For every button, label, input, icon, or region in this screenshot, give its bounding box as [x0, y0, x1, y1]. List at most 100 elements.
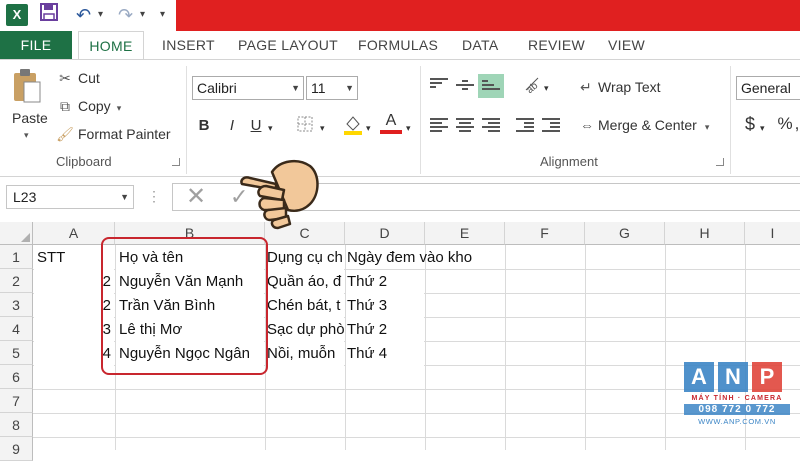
column-header-d[interactable]: D [345, 222, 425, 245]
row-header-2[interactable]: 2 [0, 269, 33, 293]
bottom-align-icon [482, 80, 500, 94]
save-icon[interactable] [40, 2, 58, 28]
row-header-8[interactable]: 8 [0, 413, 33, 437]
orientation-icon[interactable]: ab [520, 74, 544, 100]
row-header-5[interactable]: 5 [0, 341, 33, 365]
percent-button[interactable]: % [776, 114, 794, 134]
cell-c3[interactable]: Chén bát, t [266, 294, 344, 318]
alignment-group-label: Alignment [540, 154, 598, 169]
top-align-icon[interactable] [430, 78, 448, 92]
underline-button[interactable]: U [246, 116, 266, 136]
customize-qat-icon[interactable]: ▾ [160, 4, 165, 26]
paste-label: Paste [12, 110, 48, 126]
row-header-3[interactable]: 3 [0, 293, 33, 317]
font-size-select[interactable]: 11 ▼ [306, 76, 358, 100]
paste-icon [14, 69, 41, 103]
align-left-icon[interactable] [430, 118, 448, 132]
paste-dropdown-icon[interactable]: ▾ [24, 130, 29, 141]
scissors-icon: ✂ [59, 70, 71, 86]
cell-d1[interactable]: Ngày đem vào kho [346, 246, 506, 270]
tab-insert[interactable]: INSERT [162, 31, 215, 59]
alignment-launcher-icon[interactable] [716, 158, 724, 166]
anp-phone: 098 772 0 772 [684, 404, 790, 415]
corner-triangle-icon [21, 233, 30, 242]
cancel-icon[interactable]: ✕ [186, 185, 206, 209]
orientation-dropdown-icon[interactable]: ▾ [544, 78, 549, 98]
formula-bar-resize-icon[interactable]: ⋮ [147, 188, 161, 204]
align-right-icon[interactable] [482, 118, 500, 132]
name-box[interactable]: L23 ▼ [6, 185, 134, 209]
tab-formulas[interactable]: FORMULAS [358, 31, 438, 59]
anp-letter-p: P [752, 362, 782, 392]
copy-label: Copy [78, 98, 111, 114]
undo-icon[interactable]: ↶ [76, 2, 91, 28]
copy-dropdown-icon[interactable]: ▾ [117, 103, 122, 113]
tab-file[interactable]: FILE [0, 31, 72, 59]
currency-button[interactable]: $ [740, 114, 760, 134]
font-name-select[interactable]: Calibri ▼ [192, 76, 304, 100]
ribbon-home: Paste ▾ ✂ Cut ⧉ Copy ▾ 🖌 Format Painter Clip… [0, 59, 800, 177]
tab-review[interactable]: REVIEW [528, 31, 585, 59]
align-center-icon[interactable] [456, 118, 474, 132]
tab-home[interactable]: HOME [78, 31, 144, 60]
row-header-6[interactable]: 6 [0, 365, 33, 389]
underline-dropdown-icon[interactable]: ▾ [268, 118, 273, 138]
decrease-indent-icon[interactable] [516, 118, 534, 132]
row-header-4[interactable]: 4 [0, 317, 33, 341]
formula-bar: L23 ▼ ⋮ ✕ ✓ [0, 178, 800, 216]
anp-website: WWW.ANP.COM.VN [698, 417, 776, 426]
number-format-select[interactable]: General [736, 76, 800, 100]
cell-d2[interactable]: Thứ 2 [346, 270, 424, 294]
font-color-dropdown-icon[interactable]: ▾ [406, 118, 411, 138]
redo-dropdown-icon[interactable]: ▾ [140, 4, 145, 26]
anp-letter-a: A [684, 362, 714, 392]
group-divider [420, 66, 421, 174]
row-header-1[interactable]: 1 [0, 245, 33, 269]
tab-data[interactable]: DATA [462, 31, 498, 59]
cell-d3[interactable]: Thứ 3 [346, 294, 424, 318]
merge-center-button[interactable]: ⇔ Merge & Center ▾ [580, 114, 709, 136]
tab-view[interactable]: VIEW [608, 31, 645, 59]
cell-d4[interactable]: Thứ 2 [346, 318, 424, 342]
select-all-button[interactable] [0, 222, 33, 245]
column-header-e[interactable]: E [425, 222, 505, 245]
copy-button[interactable]: ⧉ Copy ▾ [56, 95, 121, 117]
currency-dropdown-icon[interactable]: ▾ [760, 118, 765, 138]
number-format-value: General [741, 80, 791, 96]
wrap-text-button[interactable]: ↵ Wrap Text [580, 76, 661, 98]
column-header-f[interactable]: F [505, 222, 585, 245]
fill-color-icon[interactable] [342, 114, 364, 142]
comma-button[interactable]: , [794, 114, 800, 134]
column-header-i[interactable]: I [745, 222, 800, 245]
middle-align-icon[interactable] [456, 80, 474, 94]
borders-dropdown-icon[interactable]: ▾ [320, 118, 325, 138]
column-header-h[interactable]: H [665, 222, 745, 245]
italic-button[interactable]: I [222, 116, 242, 136]
row-header-9[interactable]: 9 [0, 437, 33, 461]
cut-button[interactable]: ✂ Cut [56, 67, 100, 89]
anp-tagline: MÁY TÍNH · CAMERA [691, 395, 783, 402]
merge-icon: ⇔ [580, 117, 594, 133]
title-bar [176, 0, 800, 31]
bold-button[interactable]: B [194, 116, 214, 136]
increase-indent-icon[interactable] [542, 118, 560, 132]
merge-dropdown-icon[interactable]: ▾ [705, 122, 710, 132]
row-header-7[interactable]: 7 [0, 389, 33, 413]
cell-d5[interactable]: Thứ 4 [346, 342, 424, 366]
cell-c4[interactable]: Sạc dự phò [266, 318, 344, 342]
cell-c5[interactable]: Nồi, muỗn [266, 342, 344, 366]
redo-icon[interactable]: ↷ [118, 2, 133, 28]
fill-color-dropdown-icon[interactable]: ▾ [366, 118, 371, 138]
undo-dropdown-icon[interactable]: ▾ [98, 4, 103, 26]
clipboard-launcher-icon[interactable] [172, 158, 180, 166]
borders-icon[interactable] [294, 116, 316, 138]
column-header-g[interactable]: G [585, 222, 665, 245]
cell-c1[interactable]: Dụng cụ ch [266, 246, 344, 270]
chevron-down-icon: ▼ [345, 83, 354, 93]
gridline [665, 245, 666, 450]
format-painter-button[interactable]: 🖌 Format Painter [56, 123, 170, 145]
tab-page-layout[interactable]: PAGE LAYOUT [238, 31, 338, 59]
cell-c2[interactable]: Quần áo, đ [266, 270, 344, 294]
anp-logo: A N P MÁY TÍNH · CAMERA 098 772 0 772 WW… [684, 362, 790, 432]
font-color-icon[interactable]: A [380, 112, 402, 134]
